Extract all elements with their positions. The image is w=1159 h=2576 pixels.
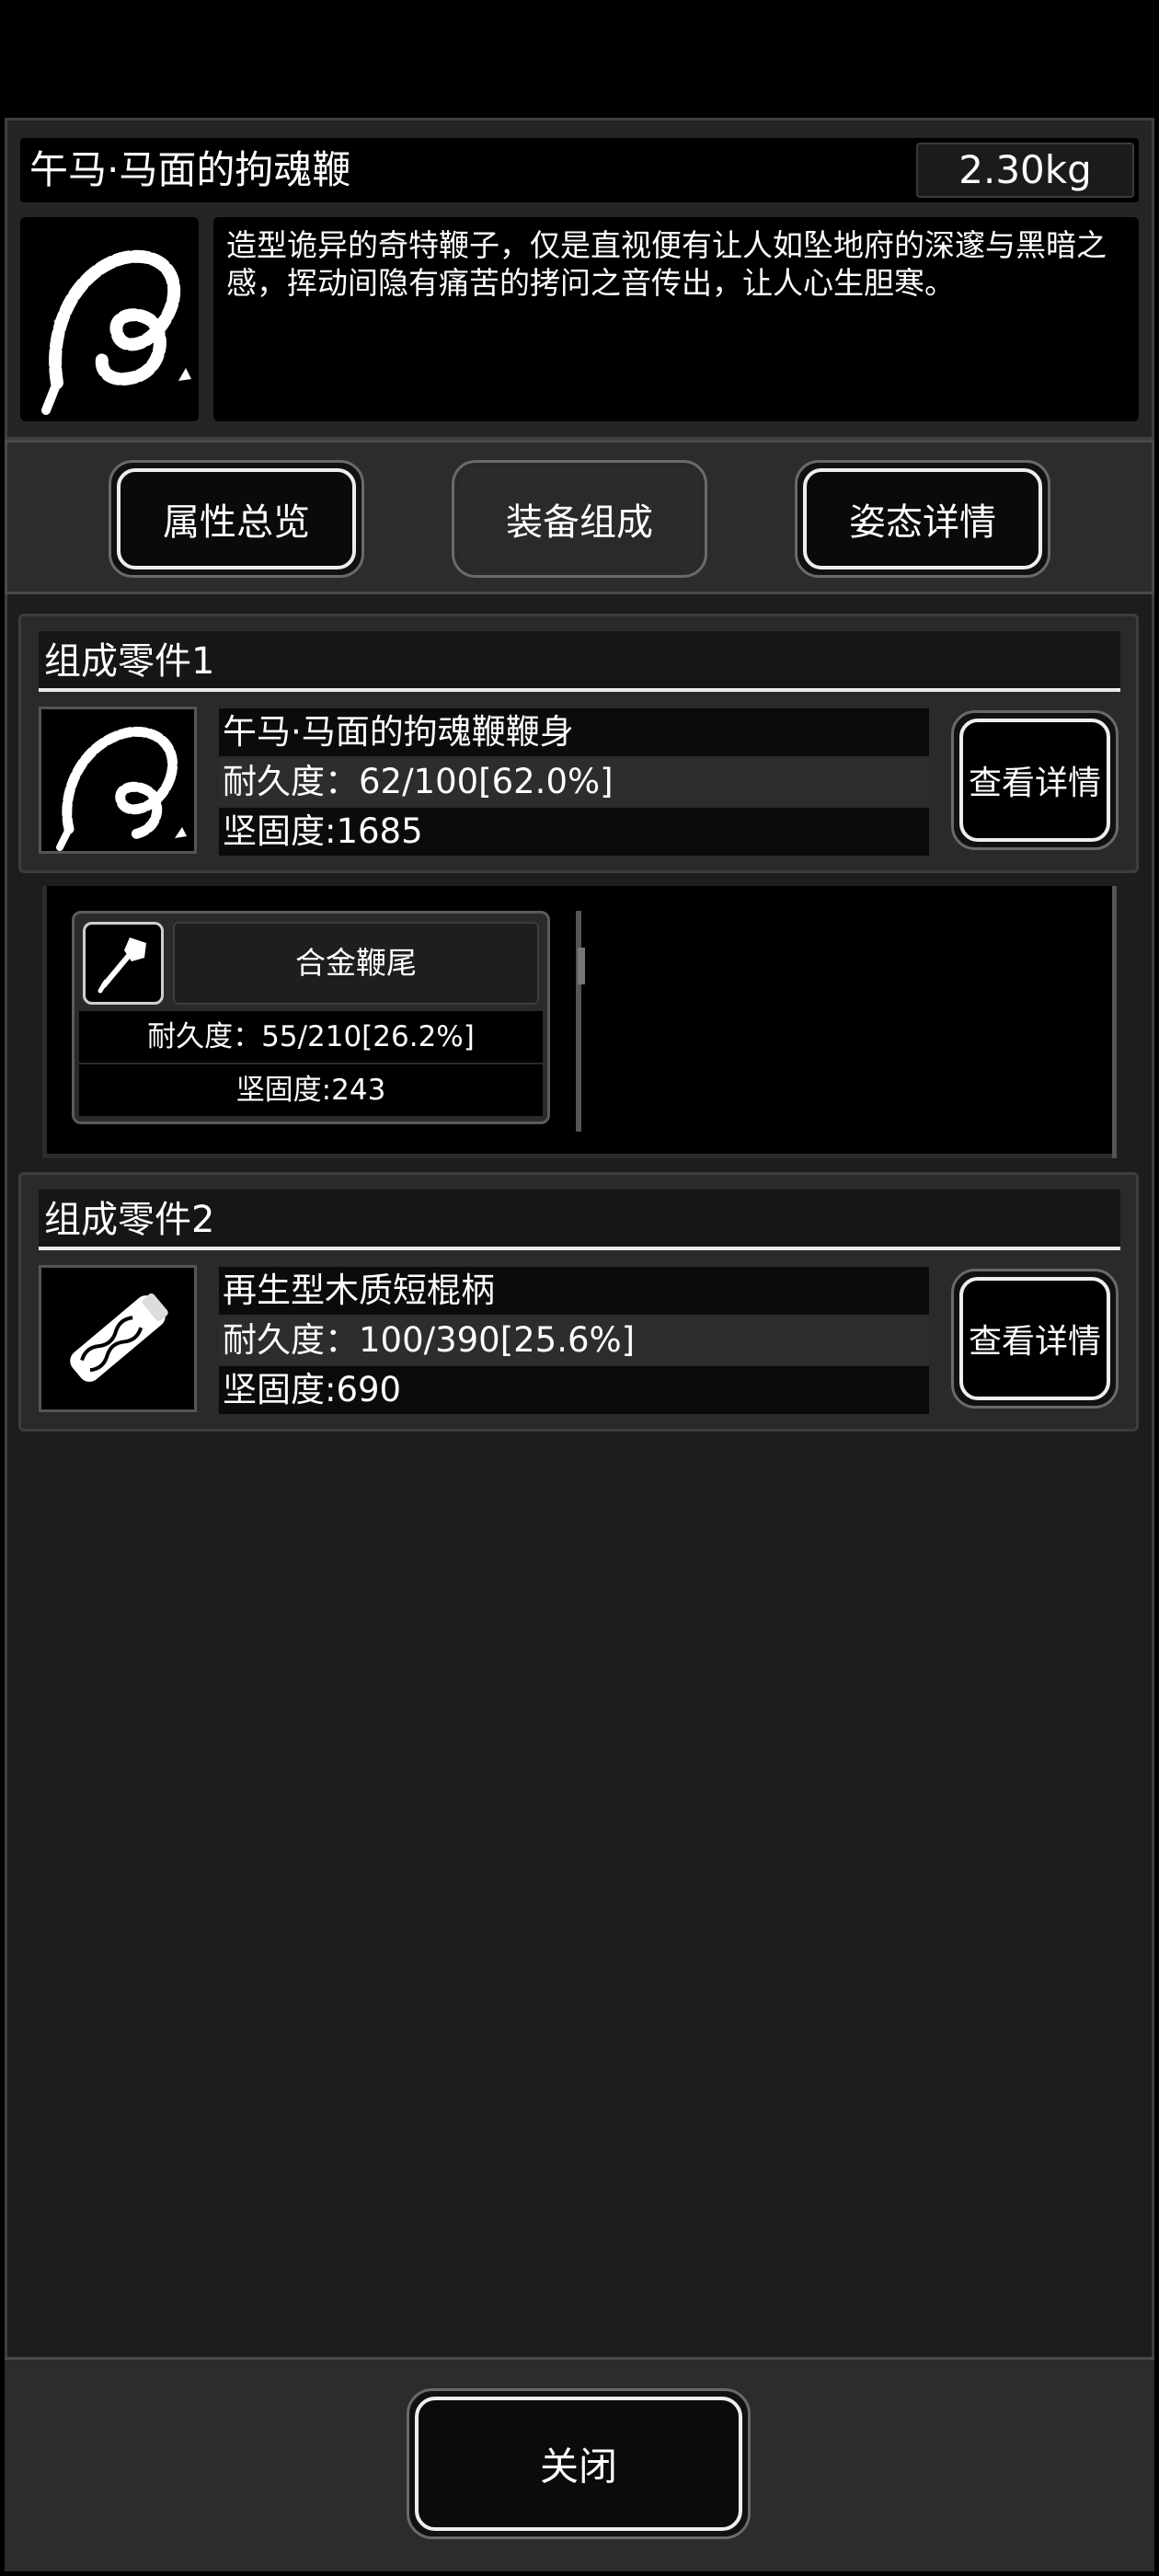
subpart-name: 合金鞭尾: [173, 922, 539, 1005]
item-weight: 2.30kg: [916, 143, 1134, 198]
tab-label: 属性总览: [163, 501, 310, 544]
scrollbar-thumb[interactable]: [578, 948, 585, 984]
part-header: 组成零件2: [44, 1199, 215, 1241]
part-icon-frame: [39, 1265, 197, 1412]
close-button[interactable]: 关闭: [407, 2388, 751, 2539]
close-label: 关闭: [539, 2444, 617, 2490]
tab-label: 姿态详情: [849, 501, 996, 544]
tab-attribute-overview[interactable]: 属性总览: [109, 460, 364, 578]
part-header: 组成零件1: [44, 640, 215, 683]
part-hardness: 坚固度:1685: [219, 808, 929, 856]
tab-stance-details[interactable]: 姿态详情: [795, 460, 1050, 578]
view-details-button-1[interactable]: 查看详情: [951, 710, 1119, 850]
part-name: 再生型木质短棍柄: [219, 1267, 929, 1315]
part-durability: 耐久度：100/390[25.6%]: [219, 1317, 929, 1364]
part-icon-frame: [39, 707, 197, 854]
subpart-durability: 耐久度：55/210[26.2%]: [79, 1011, 543, 1063]
button-label: 查看详情: [968, 1323, 1101, 1361]
part-hardness: 坚固度:690: [219, 1366, 929, 1414]
whip-body-icon: [56, 726, 187, 851]
whip-tail-icon: [98, 937, 146, 994]
item-name: 午马·马面的拘魂鞭: [29, 147, 351, 192]
whip-icon: [41, 249, 191, 415]
part-durability: 耐久度：62/100[62.0%]: [219, 758, 929, 806]
view-details-button-2[interactable]: 查看详情: [951, 1269, 1119, 1409]
part-name: 午马·马面的拘魂鞭鞭身: [219, 708, 929, 756]
button-label: 查看详情: [968, 765, 1101, 802]
tab-label: 装备组成: [506, 501, 653, 544]
item-icon-frame: [20, 217, 199, 421]
wooden-handle-icon: [70, 1293, 168, 1382]
subpart-icon-frame: [83, 922, 164, 1005]
tab-equipment-composition[interactable]: 装备组成: [452, 460, 707, 578]
item-description: 造型诡异的奇特鞭子，仅是直视便有让人如坠地府的深邃与黑暗之感，挥动间隐有痛苦的拷…: [226, 227, 1107, 301]
subpart-hardness: 坚固度:243: [79, 1064, 543, 1116]
scrollbar[interactable]: [576, 911, 581, 1132]
